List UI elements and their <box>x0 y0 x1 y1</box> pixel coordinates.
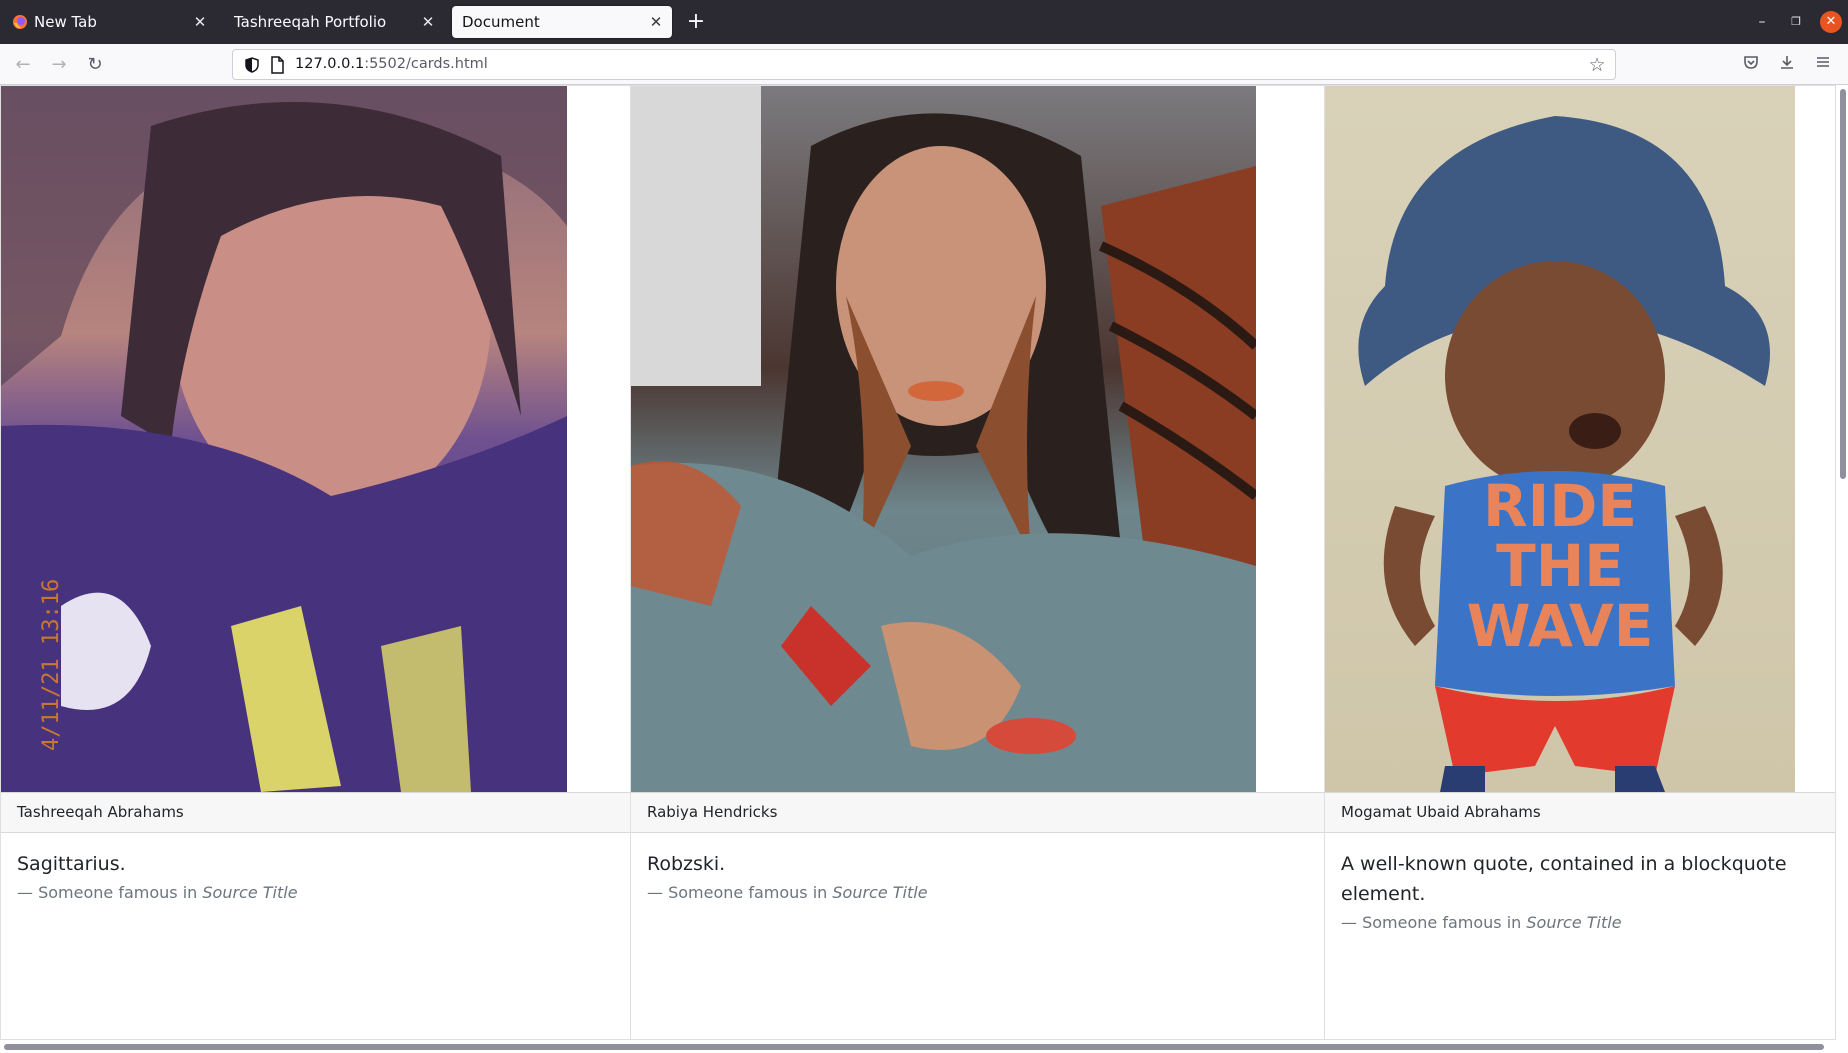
window-close-icon[interactable]: ✕ <box>1820 11 1842 33</box>
tab-title: Document <box>462 13 540 31</box>
card-image <box>631 86 1256 792</box>
quote-text: Sagittarius. <box>17 853 126 875</box>
arrow-right-icon[interactable]: → <box>47 53 71 77</box>
source-title: Source Title <box>202 883 298 902</box>
shield-icon[interactable] <box>243 56 261 74</box>
card-blockquote: A well-known quote, contained in a block… <box>1341 849 1819 937</box>
blockquote-footer: — Someone famous in Source Title <box>1341 909 1819 937</box>
page-info-icon[interactable] <box>269 56 285 74</box>
shirt-text-ride: RIDE <box>1483 472 1637 540</box>
shirt-text-the: THE <box>1496 532 1624 600</box>
card-group: 4/11/21 13:16 Tashreeqah Abrahams Sagitt… <box>0 85 1836 1040</box>
card-image: 4/11/21 13:16 <box>1 86 567 792</box>
blockquote-footer: — Someone famous in Source Title <box>647 879 1308 907</box>
restore-icon[interactable]: ❐ <box>1784 10 1808 34</box>
card: Rabiya Hendricks Robzski. — Someone famo… <box>631 85 1325 1040</box>
firefox-icon <box>13 15 27 29</box>
shirt-text-wave: WAVE <box>1467 592 1654 660</box>
card-header: Tashreeqah Abrahams <box>1 792 630 833</box>
footer-text: — Someone famous in <box>17 883 203 902</box>
card-header: Rabiya Hendricks <box>631 792 1324 833</box>
hamburger-menu-icon[interactable] <box>1811 53 1835 77</box>
footer-text: — Someone famous in <box>1341 913 1527 932</box>
tab-new-tab[interactable]: New Tab ✕ <box>4 6 216 38</box>
blockquote-footer: — Someone famous in Source Title <box>17 879 614 907</box>
card: RIDE THE WAVE Mogamat Ubaid Abrahams A w… <box>1325 85 1836 1040</box>
pocket-icon[interactable] <box>1739 53 1763 77</box>
arrow-left-icon[interactable]: ← <box>11 53 35 77</box>
card-header: Mogamat Ubaid Abrahams <box>1325 792 1835 833</box>
card-blockquote: Sagittarius. — Someone famous in Source … <box>17 849 614 907</box>
card-body: Robzski. — Someone famous in Source Titl… <box>631 833 1324 923</box>
card-blockquote: Robzski. — Someone famous in Source Titl… <box>647 849 1308 907</box>
portrait-photo <box>1 86 567 792</box>
tab-strip: New Tab ✕ Tashreeqah Portfolio ✕ Documen… <box>0 0 1848 44</box>
star-icon[interactable]: ☆ <box>1587 55 1607 75</box>
address-bar[interactable]: 127.0.0.1:5502/cards.html ☆ <box>232 49 1616 80</box>
footer-text: — Someone famous in <box>647 883 833 902</box>
navigation-toolbar: ← → ↻ 127.0.0.1:5502/cards.html ☆ <box>0 44 1848 85</box>
tab-title: New Tab <box>34 13 97 31</box>
new-tab-button[interactable]: + <box>684 10 708 34</box>
url-host: 127.0.0.1 <box>295 56 365 72</box>
card-body: A well-known quote, contained in a block… <box>1325 833 1835 953</box>
minimize-icon[interactable]: – <box>1750 10 1774 34</box>
close-icon[interactable]: ✕ <box>192 14 208 30</box>
download-icon[interactable] <box>1775 53 1799 77</box>
card: 4/11/21 13:16 Tashreeqah Abrahams Sagitt… <box>0 85 631 1040</box>
close-icon[interactable]: ✕ <box>648 14 664 30</box>
tab-portfolio[interactable]: Tashreeqah Portfolio ✕ <box>224 6 444 38</box>
quote-text: Robzski. <box>647 853 726 875</box>
url-path: :5502/cards.html <box>364 56 488 72</box>
source-title: Source Title <box>1526 913 1622 932</box>
url-text[interactable]: 127.0.0.1:5502/cards.html <box>295 56 488 72</box>
portrait-photo: RIDE THE WAVE <box>1325 86 1795 792</box>
horizontal-scrollbar[interactable] <box>4 1044 1824 1050</box>
source-title: Source Title <box>832 883 928 902</box>
close-icon[interactable]: ✕ <box>420 14 436 30</box>
card-body: Sagittarius. — Someone famous in Source … <box>1 833 630 923</box>
quote-text: A well-known quote, contained in a block… <box>1341 853 1787 905</box>
tab-title: Tashreeqah Portfolio <box>234 13 387 31</box>
reload-icon[interactable]: ↻ <box>83 53 107 77</box>
tab-document[interactable]: Document ✕ <box>452 6 672 38</box>
photo-timestamp: 4/11/21 13:16 <box>39 578 64 751</box>
page-viewport: 4/11/21 13:16 Tashreeqah Abrahams Sagitt… <box>0 85 1848 1053</box>
card-image: RIDE THE WAVE <box>1325 86 1795 792</box>
vertical-scrollbar[interactable] <box>1840 89 1846 479</box>
portrait-photo <box>631 86 1256 792</box>
